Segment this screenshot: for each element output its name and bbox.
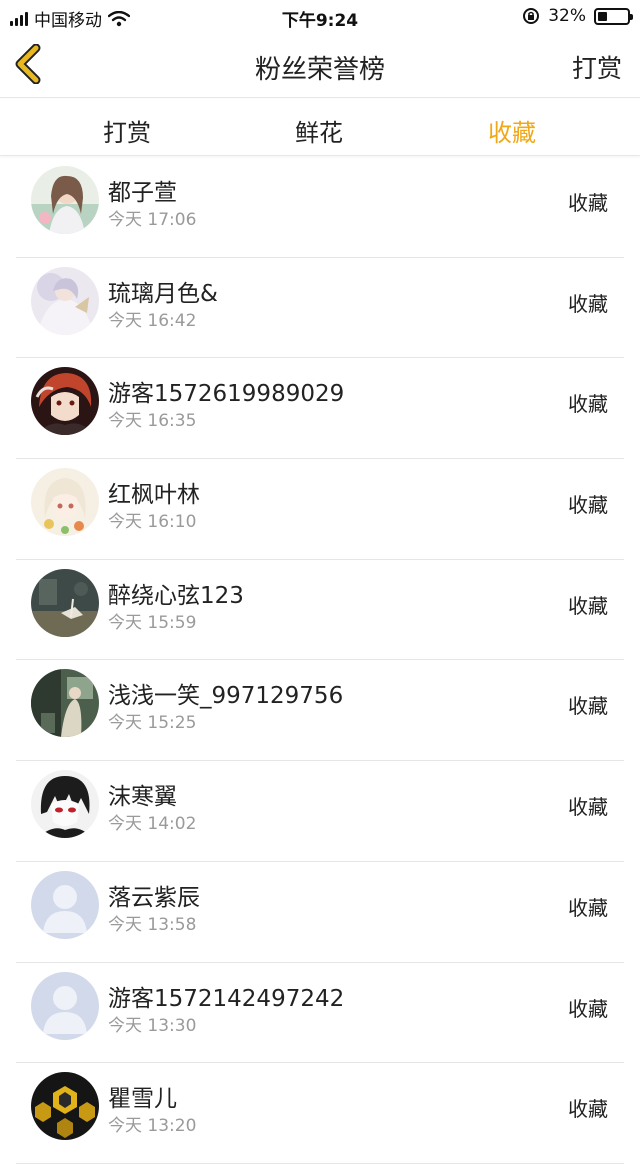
avatar xyxy=(31,669,99,738)
avatar xyxy=(31,568,99,637)
user-name: 瞿雪儿 xyxy=(108,1086,177,1113)
reward-button[interactable]: 打赏 xyxy=(572,49,622,85)
nav-bar: 粉丝荣誉榜 打赏 xyxy=(0,32,640,98)
tab-reward[interactable]: 打赏 xyxy=(103,113,151,148)
list-item[interactable]: 落云紫辰 今天 13:58 收藏 xyxy=(0,862,640,963)
action-label: 收藏 xyxy=(568,191,608,215)
avatar xyxy=(31,367,99,436)
list-item[interactable]: 琉璃月色& 今天 16:42 收藏 xyxy=(0,258,640,359)
list-item[interactable]: 醉绕心弦123 今天 15:59 收藏 xyxy=(0,560,640,661)
user-name: 游客1572142497242 xyxy=(108,985,345,1012)
action-label: 收藏 xyxy=(568,392,608,417)
avatar xyxy=(31,870,99,939)
timestamp: 今天 16:10 xyxy=(108,512,197,533)
action-label: 收藏 xyxy=(568,291,608,316)
timestamp: 今天 13:30 xyxy=(108,1015,197,1036)
timestamp: 今天 15:25 xyxy=(108,713,197,734)
battery-level xyxy=(598,11,607,21)
tab-bar: 打赏 鲜花 收藏 xyxy=(0,99,640,156)
user-name: 红枫叶林 xyxy=(108,482,200,509)
list-item[interactable]: 都子萱 今天 17:06 收藏 xyxy=(0,157,640,258)
timestamp: 今天 17:06 xyxy=(108,210,197,230)
timestamp: 今天 15:59 xyxy=(108,612,197,633)
list-item[interactable]: 游客1572619989029 今天 16:35 收藏 xyxy=(0,358,640,459)
avatar xyxy=(31,166,99,234)
action-label: 收藏 xyxy=(568,593,608,618)
user-name: 落云紫辰 xyxy=(108,884,200,911)
page-title: 粉丝荣誉榜 xyxy=(254,55,385,85)
action-label: 收藏 xyxy=(568,895,608,920)
status-bar: 中国移动 下午9:24 32% xyxy=(0,0,640,32)
user-name: 浅浅一笑_997129756 xyxy=(108,683,344,710)
user-name: 都子萱 xyxy=(108,180,177,206)
timestamp: 今天 13:58 xyxy=(108,914,197,935)
list-item[interactable]: 瞿雪儿 今天 13:20 收藏 xyxy=(0,1063,640,1164)
avatar xyxy=(31,1072,99,1141)
list-item[interactable]: 沫寒翼 今天 14:02 收藏 xyxy=(0,761,640,862)
list-item[interactable]: 游客1572142497242 今天 13:30 收藏 xyxy=(0,963,640,1064)
status-right: 32% xyxy=(522,6,633,26)
user-name: 醉绕心弦123 xyxy=(108,582,244,609)
user-name: 琉璃月色& xyxy=(108,280,218,307)
user-name: 沫寒翼 xyxy=(108,784,177,811)
avatar xyxy=(31,971,99,1040)
rotation-lock-icon xyxy=(523,8,540,24)
avatar xyxy=(31,468,99,537)
action-label: 收藏 xyxy=(568,795,608,820)
timestamp: 今天 14:02 xyxy=(108,814,197,835)
action-label: 收藏 xyxy=(568,694,608,719)
battery-percent: 32% xyxy=(548,6,586,26)
tab-favorites[interactable]: 收藏 xyxy=(488,113,536,148)
action-label: 收藏 xyxy=(568,1097,608,1122)
user-name: 游客1572619989029 xyxy=(108,381,345,408)
action-label: 收藏 xyxy=(568,493,608,518)
timestamp: 今天 16:42 xyxy=(108,310,197,331)
list-item[interactable]: 红枫叶林 今天 16:10 收藏 xyxy=(0,459,640,560)
timestamp: 今天 16:35 xyxy=(108,411,197,432)
fan-list: 都子萱 今天 17:06 收藏 琉璃月色& 今天 16:42 收藏 游客1572… xyxy=(0,157,640,1164)
tab-flowers[interactable]: 鲜花 xyxy=(295,113,343,148)
action-label: 收藏 xyxy=(568,996,608,1021)
list-item[interactable]: 浅浅一笑_997129756 今天 15:25 收藏 xyxy=(0,660,640,761)
battery-icon xyxy=(594,7,633,25)
timestamp: 今天 13:20 xyxy=(108,1116,197,1137)
avatar xyxy=(31,266,99,335)
avatar xyxy=(31,770,99,839)
